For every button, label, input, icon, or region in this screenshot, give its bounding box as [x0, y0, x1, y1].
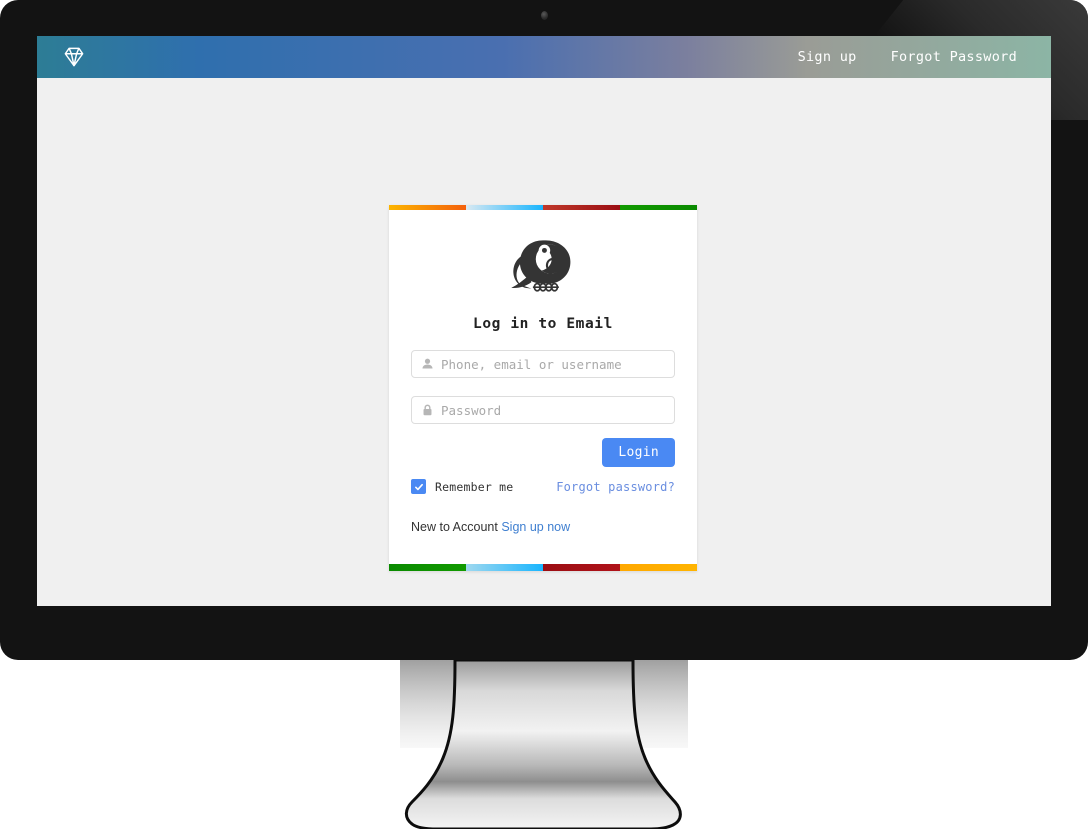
stripe-blue	[466, 205, 543, 210]
screen: Sign up Forgot Password Log in to Email …	[37, 36, 1051, 606]
forgot-password-link[interactable]: Forgot password?	[556, 480, 675, 494]
username-input[interactable]	[411, 350, 675, 378]
login-button[interactable]: Login	[602, 438, 675, 467]
bird-logo-icon	[511, 240, 571, 292]
card-top-stripes	[389, 205, 697, 210]
bird-logo-wrap	[411, 236, 675, 298]
card-bottom-stripes	[389, 564, 697, 571]
signup-prompt: New to Account Sign up now	[411, 520, 675, 534]
card-inner: Log in to Email Phone, email or username…	[389, 210, 697, 564]
stripe-green	[389, 564, 466, 571]
remember-me-label: Remember me	[435, 479, 514, 494]
page-body: Log in to Email Phone, email or username…	[37, 78, 1051, 606]
stripe-orange	[389, 205, 466, 210]
webcam-icon	[541, 11, 548, 20]
username-field-wrap	[411, 350, 675, 378]
options-row: Remember me Forgot password?	[411, 479, 675, 494]
checkmark-icon	[414, 483, 423, 490]
password-input[interactable]	[411, 396, 675, 424]
checkbox-box[interactable]	[411, 479, 426, 494]
nav-links: Sign up Forgot Password	[798, 49, 1051, 65]
password-field-wrap	[411, 396, 675, 424]
login-button-row: Login	[411, 438, 675, 467]
monitor-stand	[377, 660, 711, 829]
user-icon	[421, 358, 434, 371]
login-card: Log in to Email Phone, email or username…	[389, 205, 697, 571]
nav-link-sign-up[interactable]: Sign up	[798, 49, 857, 65]
remember-me-checkbox[interactable]: Remember me	[411, 479, 513, 494]
stripe-green	[620, 205, 697, 210]
signup-prompt-text: New to Account	[411, 520, 498, 534]
stripe-orange	[620, 564, 697, 571]
stripe-red	[543, 564, 620, 571]
top-navbar: Sign up Forgot Password	[37, 36, 1051, 78]
lock-icon	[421, 404, 434, 417]
stripe-red	[543, 205, 620, 210]
nav-link-forgot-password[interactable]: Forgot Password	[891, 49, 1017, 65]
page-title: Log in to Email	[473, 316, 613, 332]
diamond-icon[interactable]	[61, 44, 87, 70]
monitor-scene: Sign up Forgot Password Log in to Email …	[0, 0, 1088, 829]
signup-now-link[interactable]: Sign up now	[501, 520, 570, 534]
stripe-blue	[466, 564, 543, 571]
